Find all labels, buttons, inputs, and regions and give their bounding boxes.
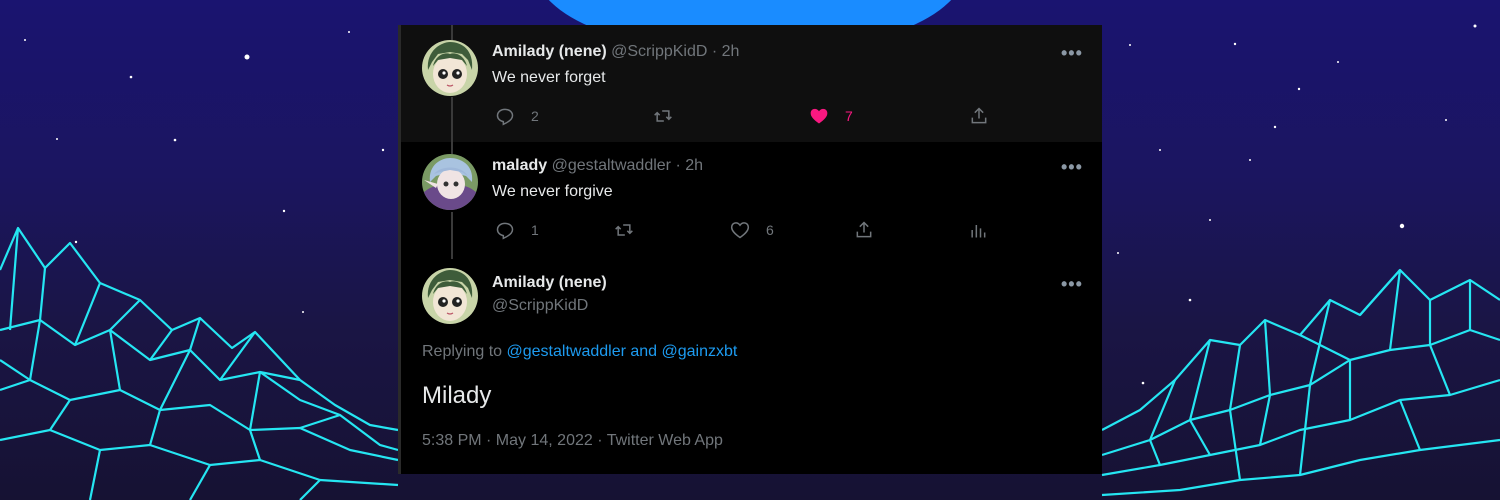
like-count: 7 [845,108,853,124]
retweet-button[interactable] [653,106,689,126]
like-button[interactable]: 6 [730,220,774,240]
reply-icon [496,222,514,240]
retweet-icon [654,110,672,122]
thread-line [451,97,453,142]
replying-users-link[interactable]: @gestaltwaddler and @gainzxbt [507,343,738,360]
more-icon[interactable]: ••• [1061,43,1083,64]
avatar[interactable] [422,268,478,324]
separator-dot: · [711,43,718,60]
author-handle: @ScrippKidD [492,297,588,315]
timestamp[interactable]: 2h [722,43,740,60]
reply-button[interactable]: 2 [495,106,539,126]
timestamp[interactable]: 2h [685,157,703,174]
display-name[interactable]: Amilady (nene) [492,43,607,60]
thread-line [451,212,453,259]
username[interactable]: @ScrippKidD [492,297,588,314]
author-name: Amilady (nene) [492,274,607,292]
like-count: 6 [766,222,774,238]
tweet-card-2[interactable]: malady @gestaltwaddler · 2h ••• We never… [401,142,1102,259]
separator-dot: · [675,157,681,174]
tweet-card-1[interactable]: Amilady (nene) @ScrippKidD · 2h ••• We n… [401,25,1102,142]
share-icon [856,221,872,238]
neon-mountains-left [0,226,399,500]
heart-icon [810,108,828,124]
thread-line [451,142,453,154]
tweet-text: We never forget [492,69,606,86]
replying-prefix: Replying to [422,343,503,360]
reply-count: 2 [531,108,539,124]
share-button[interactable] [854,220,874,240]
analytics-icon [971,225,986,238]
tweet-text: We never forgive [492,183,613,200]
heart-icon [730,222,750,239]
tweet-thread-screenshot: Amilady (nene) @ScrippKidD · 2h ••• We n… [398,25,1102,474]
focused-tweet: Amilady (nene) @ScrippKidD ••• Replying … [401,259,1102,474]
tweet-text: Milady [422,382,492,409]
tweet-header: Amilady (nene) @ScrippKidD · 2h [492,43,739,61]
display-name[interactable]: malady [492,157,547,174]
share-icon [971,107,987,124]
avatar[interactable] [422,154,478,210]
analytics-button[interactable] [968,220,988,240]
tweet-header: malady @gestaltwaddler · 2h [492,157,703,175]
share-button[interactable] [969,106,989,126]
tweet-meta[interactable]: 5:38 PM · May 14, 2022 · Twitter Web App [422,432,723,450]
neon-mountains-right [1101,268,1500,497]
avatar[interactable] [422,40,478,96]
replying-to: Replying to @gestaltwaddler and @gainzxb… [422,343,737,361]
thread-line [451,25,453,40]
more-icon[interactable]: ••• [1061,274,1083,295]
username[interactable]: @ScrippKidD [611,43,707,60]
reply-icon [496,108,514,126]
retweet-button[interactable] [614,220,650,240]
display-name[interactable]: Amilady (nene) [492,274,607,291]
like-button[interactable]: 7 [809,106,853,126]
reply-button[interactable]: 1 [495,220,539,240]
retweet-icon [615,224,633,236]
more-icon[interactable]: ••• [1061,157,1083,178]
reply-count: 1 [531,222,539,238]
username[interactable]: @gestaltwaddler [552,157,671,174]
